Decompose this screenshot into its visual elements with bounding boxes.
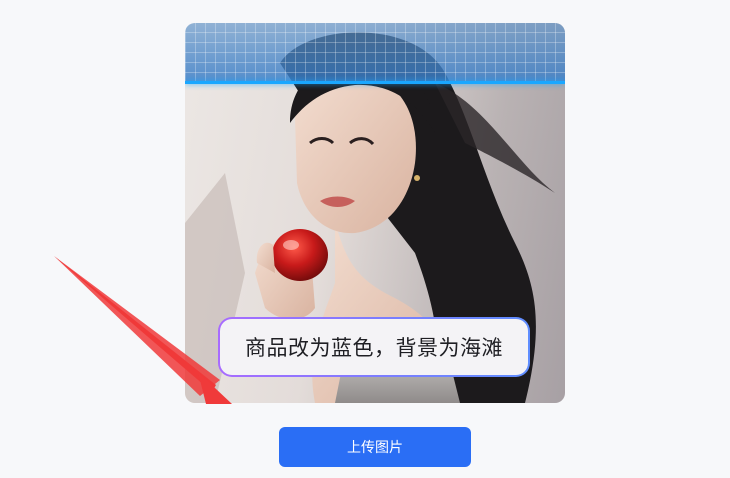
editor-stage: 商品改为蓝色，背景为海滩 上传图片 <box>0 0 730 478</box>
prompt-bubble-inner: 商品改为蓝色，背景为海滩 <box>220 319 528 375</box>
scan-overlay <box>185 23 565 83</box>
prompt-bubble: 商品改为蓝色，背景为海滩 <box>218 317 530 377</box>
prompt-text: 商品改为蓝色，背景为海滩 <box>245 336 503 360</box>
scan-line <box>185 81 565 84</box>
upload-image-button[interactable]: 上传图片 <box>279 427 471 467</box>
